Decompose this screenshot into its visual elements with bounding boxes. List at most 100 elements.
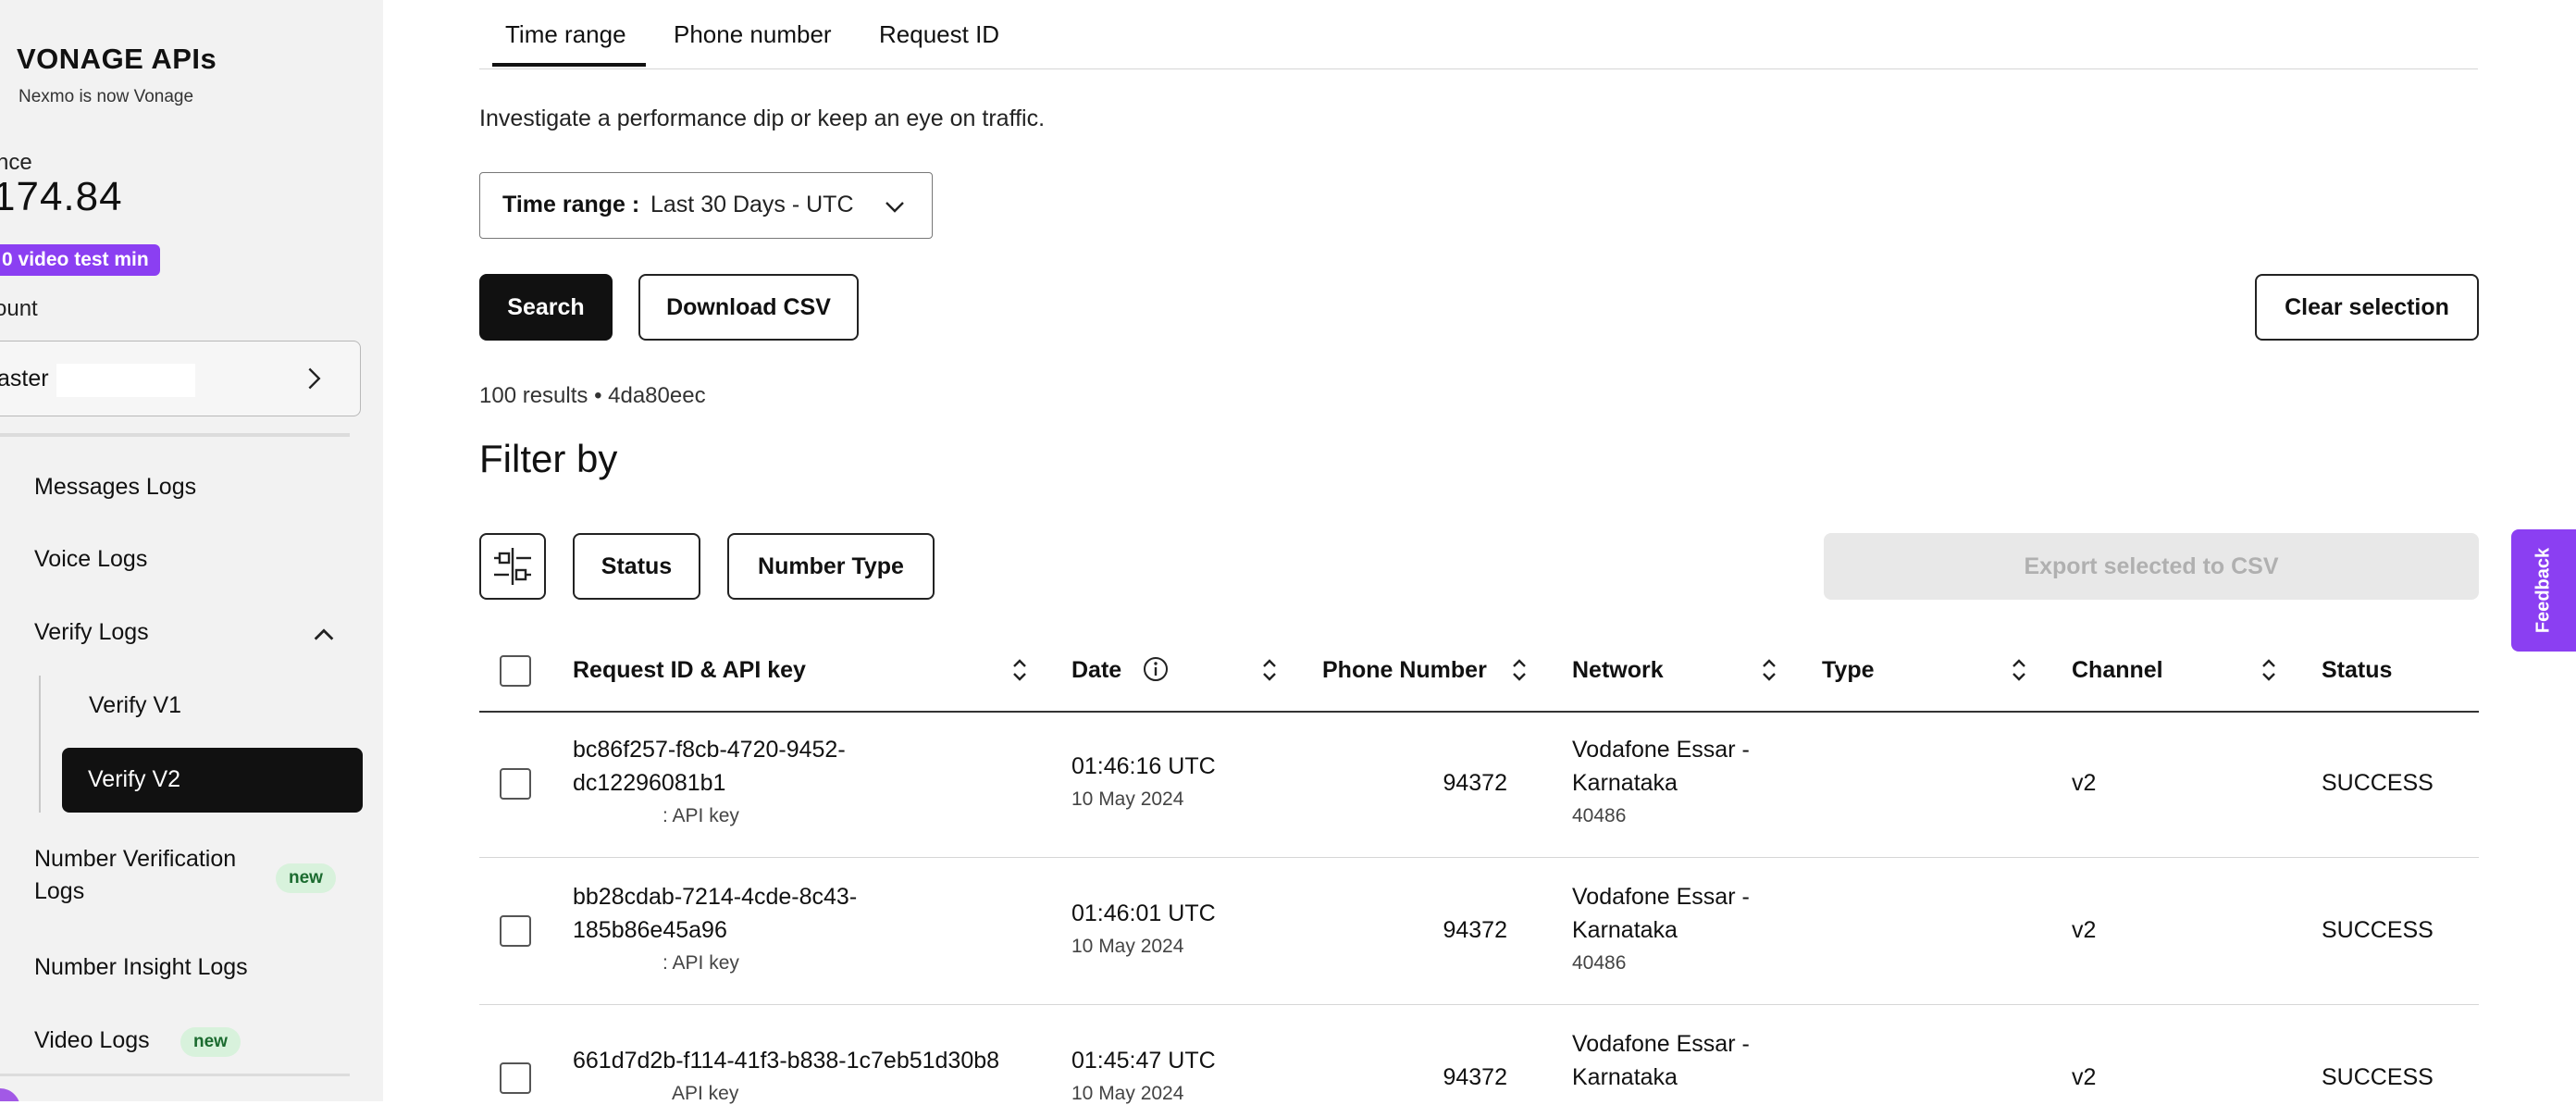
- balance-amount: 174.84: [0, 174, 123, 219]
- row-time: 01:45:47 UTC: [1071, 1048, 1216, 1074]
- chevron-up-icon[interactable]: [311, 622, 337, 648]
- row-checkbox[interactable]: [500, 1062, 531, 1094]
- row-checkbox[interactable]: [500, 915, 531, 947]
- info-icon[interactable]: [1142, 655, 1170, 683]
- api-key-label: : API key: [663, 952, 739, 974]
- sidebar-item-label: Number Verification: [34, 846, 237, 872]
- row-network-line1: Vodafone Essar -: [1572, 1031, 1750, 1057]
- column-header-request-id[interactable]: Request ID & API key: [573, 657, 806, 684]
- export-selected-button[interactable]: Export selected to CSV: [1824, 533, 2479, 600]
- sidebar: VONAGE APIs Nexmo is now Vonage nce 174.…: [0, 0, 383, 1101]
- sidebar-item-verify-v1[interactable]: Verify V1: [89, 692, 181, 719]
- row-network-line1: Vodafone Essar -: [1572, 884, 1750, 910]
- sidebar-item-verify-v2[interactable]: Verify V2: [62, 748, 363, 813]
- tab-request-id[interactable]: Request ID: [879, 20, 999, 49]
- api-key-label: : API key: [663, 805, 739, 826]
- download-csv-button[interactable]: Download CSV: [638, 274, 859, 341]
- sidebar-item-number-insight-logs[interactable]: Number Insight Logs: [34, 954, 248, 981]
- time-range-value: Last 30 Days - UTC: [650, 192, 854, 217]
- column-header-channel[interactable]: Channel: [2072, 657, 2163, 684]
- request-id-line2[interactable]: 185b86e45a96: [573, 917, 727, 944]
- row-checkbox[interactable]: [500, 768, 531, 800]
- number-type-filter-button[interactable]: Number Type: [727, 533, 935, 600]
- row-network-line2: Karnataka: [1572, 1064, 1678, 1090]
- feedback-tab[interactable]: Feedback: [2511, 529, 2576, 652]
- row-network-line1: Vodafone Essar -: [1572, 737, 1750, 763]
- sort-icon[interactable]: [1760, 655, 1778, 685]
- sliders-icon: [494, 548, 531, 585]
- request-id-line1[interactable]: 661d7d2b-f114-41f3-b838-1c7eb51d30b8: [573, 1048, 999, 1074]
- submenu-guide-line: [39, 676, 41, 813]
- sort-icon[interactable]: [2260, 655, 2278, 685]
- row-network-line2: Karnataka: [1572, 770, 1678, 796]
- sidebar-divider: [0, 433, 350, 437]
- status-filter-button[interactable]: Status: [573, 533, 700, 600]
- sidebar-item-messages-logs[interactable]: Messages Logs: [34, 474, 196, 501]
- column-header-status[interactable]: Status: [2322, 657, 2392, 684]
- row-network-line2: Karnataka: [1572, 917, 1678, 943]
- clear-selection-button[interactable]: Clear selection: [2255, 274, 2479, 341]
- account-label: ount: [0, 296, 38, 321]
- row-channel: v2: [2072, 917, 2097, 943]
- row-date: 10 May 2024: [1071, 1083, 1184, 1104]
- tab-time-range[interactable]: Time range: [505, 20, 626, 49]
- row-time: 01:46:01 UTC: [1071, 900, 1216, 926]
- filter-settings-button[interactable]: [479, 533, 546, 600]
- request-id-line1[interactable]: bb28cdab-7214-4cde-8c43-: [573, 884, 857, 911]
- table-header: Request ID & API key Date Phone Number N…: [479, 639, 2479, 713]
- account-switcher[interactable]: aster: [0, 341, 361, 416]
- request-id-line1[interactable]: bc86f257-f8cb-4720-9452-: [573, 737, 846, 764]
- page-description: Investigate a performance dip or keep an…: [479, 106, 1046, 131]
- row-phone-number: 94372: [1443, 1064, 1507, 1090]
- filter-title: Filter by: [479, 437, 618, 480]
- sort-icon[interactable]: [1010, 655, 1029, 685]
- sort-icon[interactable]: [2010, 655, 2028, 685]
- sidebar-item-label: Logs: [34, 878, 85, 904]
- account-name: aster: [0, 366, 49, 391]
- sort-icon[interactable]: [1260, 655, 1279, 685]
- column-header-date[interactable]: Date: [1071, 657, 1121, 684]
- new-badge: new: [276, 863, 336, 893]
- brand-subtitle: Nexmo is now Vonage: [19, 87, 194, 106]
- sidebar-item-video-logs[interactable]: Video Logs: [34, 1027, 150, 1054]
- sidebar-item-voice-logs[interactable]: Voice Logs: [34, 546, 147, 573]
- row-status: SUCCESS: [2322, 917, 2434, 943]
- sidebar-divider: [0, 1074, 350, 1076]
- search-mode-tabs: Time range Phone number Request ID: [479, 0, 2478, 69]
- avatar[interactable]: [0, 1088, 20, 1101]
- row-status: SUCCESS: [2322, 1064, 2434, 1090]
- sidebar-item-number-verification-logs[interactable]: Number Verification Logs: [34, 846, 236, 905]
- sort-icon[interactable]: [1510, 655, 1529, 685]
- tab-phone-number[interactable]: Phone number: [674, 20, 832, 49]
- row-network-code: 40486: [1572, 952, 1627, 974]
- time-range-label: Time range :: [502, 192, 640, 217]
- column-header-type[interactable]: Type: [1822, 657, 1875, 684]
- row-date: 10 May 2024: [1071, 788, 1184, 810]
- table-row[interactable]: bc86f257-f8cb-4720-9452- dc12296081b1 : …: [479, 711, 2479, 858]
- row-channel: v2: [2072, 1064, 2097, 1090]
- row-phone-number: 94372: [1443, 917, 1507, 943]
- results-summary: 100 results • 4da80eec: [479, 383, 706, 408]
- time-range-select[interactable]: Time range : Last 30 Days - UTC: [479, 172, 933, 239]
- new-badge: new: [180, 1027, 241, 1057]
- request-id-line2[interactable]: dc12296081b1: [573, 770, 725, 797]
- feedback-label: Feedback: [2533, 547, 2554, 634]
- search-button[interactable]: Search: [479, 274, 613, 341]
- table-row[interactable]: bb28cdab-7214-4cde-8c43- 185b86e45a96 : …: [479, 858, 2479, 1005]
- row-status: SUCCESS: [2322, 770, 2434, 796]
- row-time: 01:46:16 UTC: [1071, 753, 1216, 779]
- column-header-network[interactable]: Network: [1572, 657, 1664, 684]
- row-date: 10 May 2024: [1071, 936, 1184, 957]
- active-tab-indicator: [492, 63, 646, 67]
- sidebar-item-verify-logs[interactable]: Verify Logs: [34, 619, 149, 646]
- brand-logo[interactable]: VONAGE APIs: [17, 43, 217, 76]
- chevron-right-icon: [308, 367, 321, 390]
- select-all-checkbox[interactable]: [500, 655, 531, 687]
- sidebar-item-label: Verify V2: [88, 766, 181, 792]
- chevron-down-icon: [886, 202, 904, 213]
- balance-label: nce: [0, 150, 32, 175]
- account-id-redacted: [56, 364, 195, 397]
- column-header-phone-number[interactable]: Phone Number: [1322, 657, 1487, 684]
- table-row[interactable]: 661d7d2b-f114-41f3-b838-1c7eb51d30b8 API…: [479, 1005, 2479, 1104]
- api-key-label: API key: [672, 1083, 739, 1104]
